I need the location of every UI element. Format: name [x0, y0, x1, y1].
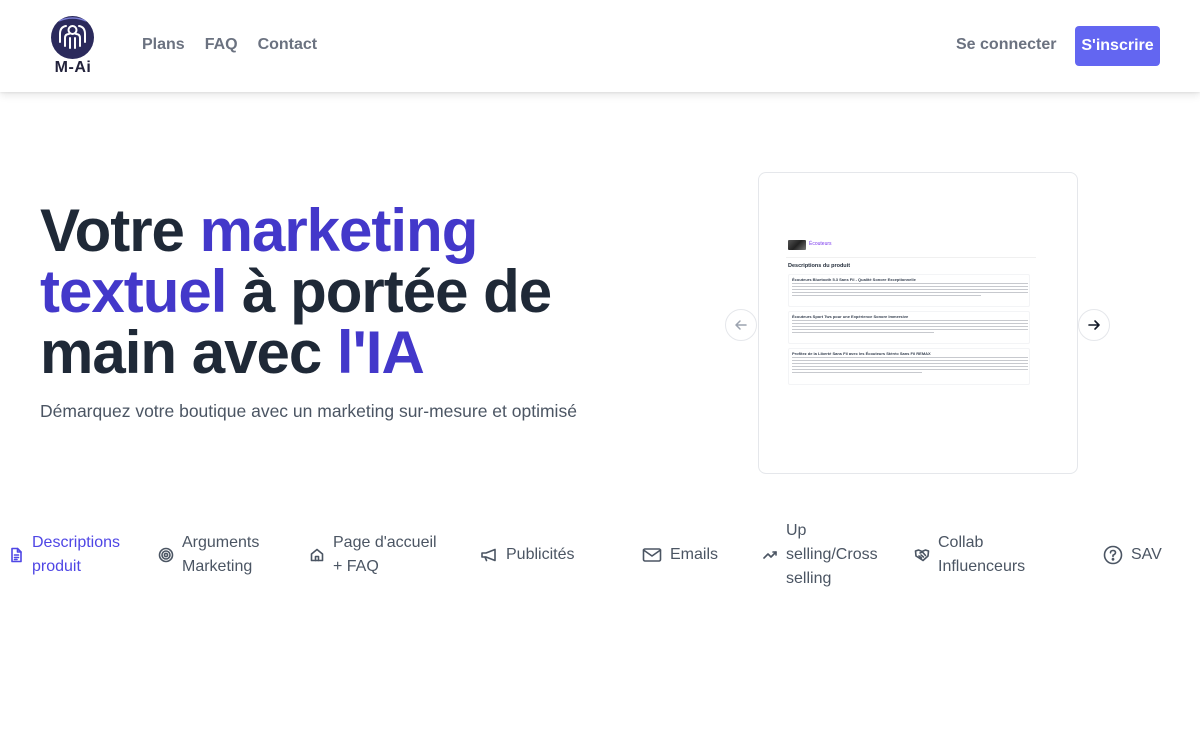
preview-screenshot: Écouteurs Descriptions du produit Écoute…: [786, 236, 1036, 386]
nav-faq[interactable]: FAQ: [205, 36, 238, 54]
arrow-left-icon: [735, 320, 747, 330]
tab-collab-influenceurs[interactable]: Collab Influenceurs: [914, 531, 1034, 579]
tab-label: Publicités: [506, 546, 575, 563]
tab-arguments-marketing[interactable]: Arguments Marketing: [158, 531, 278, 579]
preview-card-text: [792, 357, 1028, 375]
logo-text: M-Ai: [54, 59, 92, 76]
tab-publicites[interactable]: Publicités: [480, 543, 574, 567]
mail-icon: [642, 547, 662, 563]
handshake-icon: [914, 547, 930, 563]
preview-card-text: [792, 283, 1028, 298]
arrow-right-icon: [1088, 320, 1100, 330]
nav-contact[interactable]: Contact: [258, 36, 318, 54]
preview-heading: Descriptions du produit: [788, 263, 851, 269]
tab-page-accueil-faq[interactable]: Page d'accueil + FAQ: [309, 531, 449, 579]
tab-label: Arguments Marketing: [182, 534, 260, 575]
target-icon: [158, 547, 174, 563]
hero-title-part: Votre: [40, 197, 200, 264]
tab-emails[interactable]: Emails: [642, 543, 718, 567]
login-link[interactable]: Se connecter: [956, 36, 1056, 54]
trending-up-icon: [762, 547, 778, 563]
site-header: M-Ai Plans FAQ Contact Se connecter S'in…: [0, 0, 1200, 92]
home-icon: [309, 547, 325, 563]
tab-upselling-crossselling[interactable]: Up selling/Cross selling: [762, 519, 887, 591]
tab-label: Emails: [670, 546, 719, 563]
preview-card-title: Écouteurs Bluetooth 5.3 Sans Fil - Quali…: [792, 277, 916, 282]
preview-card-title: Écouteurs Sport Tws pour une Expérience …: [792, 314, 909, 319]
tab-label: Collab Influenceurs: [938, 534, 1026, 575]
divider: [786, 257, 1036, 258]
preview-card: Écouteurs Bluetooth 5.3 Sans Fil - Quali…: [788, 274, 1030, 307]
tab-descriptions-produit[interactable]: Descriptions produit: [8, 531, 128, 579]
tab-label: Descriptions produit: [32, 534, 121, 575]
carousel-prev-button[interactable]: [725, 309, 757, 341]
hero-title: Votre marketing textuel à portée de main…: [40, 200, 640, 383]
tab-label: SAV: [1131, 546, 1162, 563]
preview-card-title: Profitez de la Liberté Sans Fil avec les…: [792, 351, 931, 356]
signup-button[interactable]: S'inscrire: [1075, 26, 1160, 66]
preview-card-text: [792, 320, 1028, 335]
megaphone-icon: [480, 547, 498, 563]
preview-card: Écouteurs Sport Tws pour une Expérience …: [788, 311, 1030, 344]
hero-title-accent: l'IA: [336, 319, 425, 386]
tab-label: Page d'accueil + FAQ: [333, 534, 437, 575]
feature-tabs: Descriptions produit Arguments Marketing…: [0, 520, 1200, 592]
carousel-next-button[interactable]: [1078, 309, 1110, 341]
logo-emblem-icon: [51, 16, 94, 59]
logo[interactable]: M-Ai: [46, 14, 100, 78]
product-thumbnail: [788, 240, 806, 250]
tab-label: Up selling/Cross selling: [786, 522, 878, 587]
preview-category: Écouteurs: [809, 241, 832, 247]
tab-sav[interactable]: SAV: [1103, 543, 1162, 567]
preview-card: Profitez de la Liberté Sans Fil avec les…: [788, 348, 1030, 385]
hero-subtitle: Démarquez votre boutique avec un marketi…: [40, 401, 577, 421]
main-nav: Plans FAQ Contact: [142, 36, 317, 54]
nav-plans[interactable]: Plans: [142, 36, 185, 54]
document-icon: [8, 547, 24, 563]
question-circle-icon: [1103, 545, 1123, 565]
